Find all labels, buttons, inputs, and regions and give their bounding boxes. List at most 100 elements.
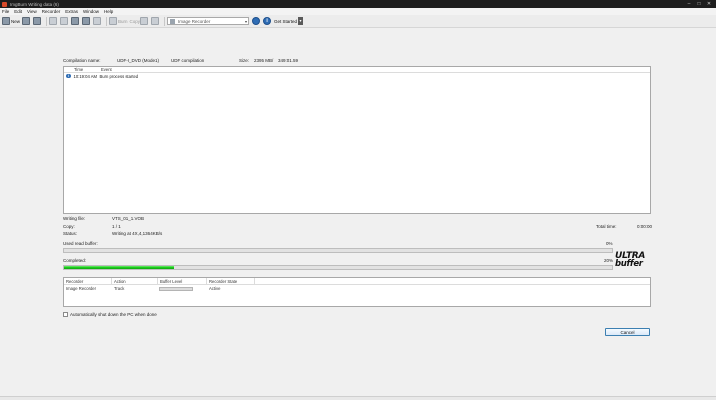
layout-button[interactable]: [82, 16, 91, 27]
log-row-time: 10:19:04 AM: [73, 73, 98, 79]
tools-button[interactable]: [93, 16, 102, 27]
burn-button-label: Burn: [118, 18, 128, 24]
recorder-select-value: Image Recorder: [178, 18, 211, 24]
column-divider: [111, 278, 112, 285]
completed-progress-fill: [64, 266, 174, 269]
buffer-level-bar: [159, 286, 193, 291]
status-bar: [0, 396, 716, 400]
compilation-name-value: UDF-I_DVD (Mode1): [117, 58, 160, 63]
tools-icon: [93, 17, 102, 25]
app-icon: [2, 1, 7, 7]
copy-value: 1 / 1: [112, 224, 121, 229]
header-action[interactable]: Action: [114, 279, 126, 284]
row-action: Track: [114, 286, 125, 291]
size-value: 2395 MB: [254, 58, 273, 63]
menu-edit[interactable]: Edit: [14, 9, 22, 14]
copy-button[interactable]: Copy: [130, 16, 150, 27]
toolbar-separator: [164, 16, 166, 26]
total-time-label: Total time:: [596, 224, 617, 229]
erase-button[interactable]: [151, 16, 160, 27]
writing-file-label: Writing file:: [63, 216, 86, 221]
menu-extras[interactable]: Extras: [65, 9, 78, 14]
event-log[interactable]: Time Event i 10:19:04 AM Burn process st…: [63, 66, 651, 214]
get-started-button[interactable]: Get Started ▾: [274, 16, 304, 27]
header-buffer-level[interactable]: Buffer Level: [160, 279, 182, 284]
column-divider: [254, 278, 255, 285]
erase-disc-icon: [151, 17, 160, 25]
cut-icon: [49, 17, 58, 25]
completed-label: Completed:: [63, 258, 87, 263]
new-button[interactable]: New: [2, 16, 20, 27]
compilation-type-value: UDF compilation: [171, 58, 205, 63]
cancel-button[interactable]: Cancel: [605, 328, 650, 336]
minimize-button[interactable]: –: [684, 0, 694, 8]
layout-icon: [82, 17, 91, 25]
window-controls: – □ ✕: [684, 0, 714, 8]
close-button[interactable]: ✕: [704, 0, 714, 8]
building-icon: [71, 17, 80, 25]
recorder-table-header: Recorder Action Buffer Level Recorder St…: [64, 278, 650, 285]
copy-button-label: Copy: [129, 18, 141, 24]
read-buffer-bar: [63, 248, 613, 253]
open-button[interactable]: [22, 16, 31, 27]
row-recorder: Image Recorder: [66, 286, 97, 291]
ultra-buffer-line2: BUFFER: [615, 259, 643, 269]
size-separator: /: [272, 58, 274, 63]
completed-progress-bar: [63, 265, 613, 270]
log-row-event: Burn process started: [99, 73, 139, 79]
new-button-label: New: [11, 18, 21, 24]
table-row[interactable]: Image Recorder Track Active: [64, 285, 650, 292]
shutdown-label: Automatically shut down the PC when done: [70, 312, 157, 317]
size-time-value: 349:01.59: [278, 58, 299, 63]
web-button[interactable]: [252, 16, 261, 27]
get-started-label: Get Started: [274, 18, 298, 24]
header-recorder[interactable]: Recorder: [66, 279, 83, 284]
save-icon: [33, 17, 42, 25]
chevron-down-icon[interactable]: ▾: [298, 17, 304, 25]
toolbar-separator: [46, 16, 48, 26]
menu-help[interactable]: Help: [104, 9, 113, 14]
menu-view[interactable]: View: [27, 9, 37, 14]
log-row[interactable]: i 10:19:04 AM Burn process started: [64, 73, 650, 79]
recorder-select[interactable]: Image Recorder ▾: [167, 17, 250, 25]
copy-label: Copy:: [63, 224, 75, 229]
recorder-icon: [170, 18, 176, 24]
status-value: Writing at 4X,4,1364KB/s: [112, 231, 163, 236]
recorder-table[interactable]: Recorder Action Buffer Level Recorder St…: [63, 277, 651, 307]
info-button[interactable]: i: [263, 16, 272, 27]
info-icon: i: [263, 17, 272, 25]
globe-icon: [252, 17, 261, 25]
shutdown-checkbox[interactable]: [63, 312, 68, 317]
log-header-time[interactable]: Time: [64, 67, 101, 72]
title-bar: ImgBurn Writing data (6) – □ ✕: [0, 0, 716, 8]
menu-window[interactable]: Window: [83, 9, 99, 14]
row-recorder-state: Active: [209, 286, 221, 291]
read-buffer-label: Used read buffer:: [63, 241, 98, 246]
header-recorder-state[interactable]: Recorder State: [209, 279, 237, 284]
menu-recorder[interactable]: Recorder: [42, 9, 61, 14]
shutdown-option[interactable]: Automatically shut down the PC when done: [63, 312, 157, 317]
paste-icon: [60, 17, 69, 25]
menu-bar: File Edit View Recorder Extras Window He…: [0, 8, 716, 15]
copy-icon: [140, 17, 149, 25]
save-button[interactable]: [33, 16, 42, 27]
total-time-value: 0:00:00: [637, 224, 653, 229]
log-header-event[interactable]: Event: [101, 67, 112, 72]
properties-button[interactable]: [71, 16, 80, 27]
size-label: Size:: [239, 58, 250, 63]
cut-button[interactable]: [49, 16, 58, 27]
ultra-buffer-logo: ULTRA BUFFER: [615, 252, 653, 269]
menu-file[interactable]: File: [2, 9, 9, 14]
status-label: Status:: [63, 231, 78, 236]
window-title: ImgBurn Writing data (6): [10, 1, 59, 7]
writing-file-value: VTS_01_1.VOB: [112, 216, 145, 221]
toolbar-separator: [106, 16, 108, 26]
burn-icon: [109, 17, 118, 25]
maximize-button[interactable]: □: [694, 0, 704, 8]
paste-button[interactable]: [60, 16, 69, 27]
column-divider: [157, 278, 158, 285]
burn-button[interactable]: Burn: [109, 16, 128, 27]
read-buffer-percent: 0%: [606, 241, 613, 246]
completed-percent: 20%: [604, 258, 614, 263]
open-folder-icon: [22, 17, 31, 25]
